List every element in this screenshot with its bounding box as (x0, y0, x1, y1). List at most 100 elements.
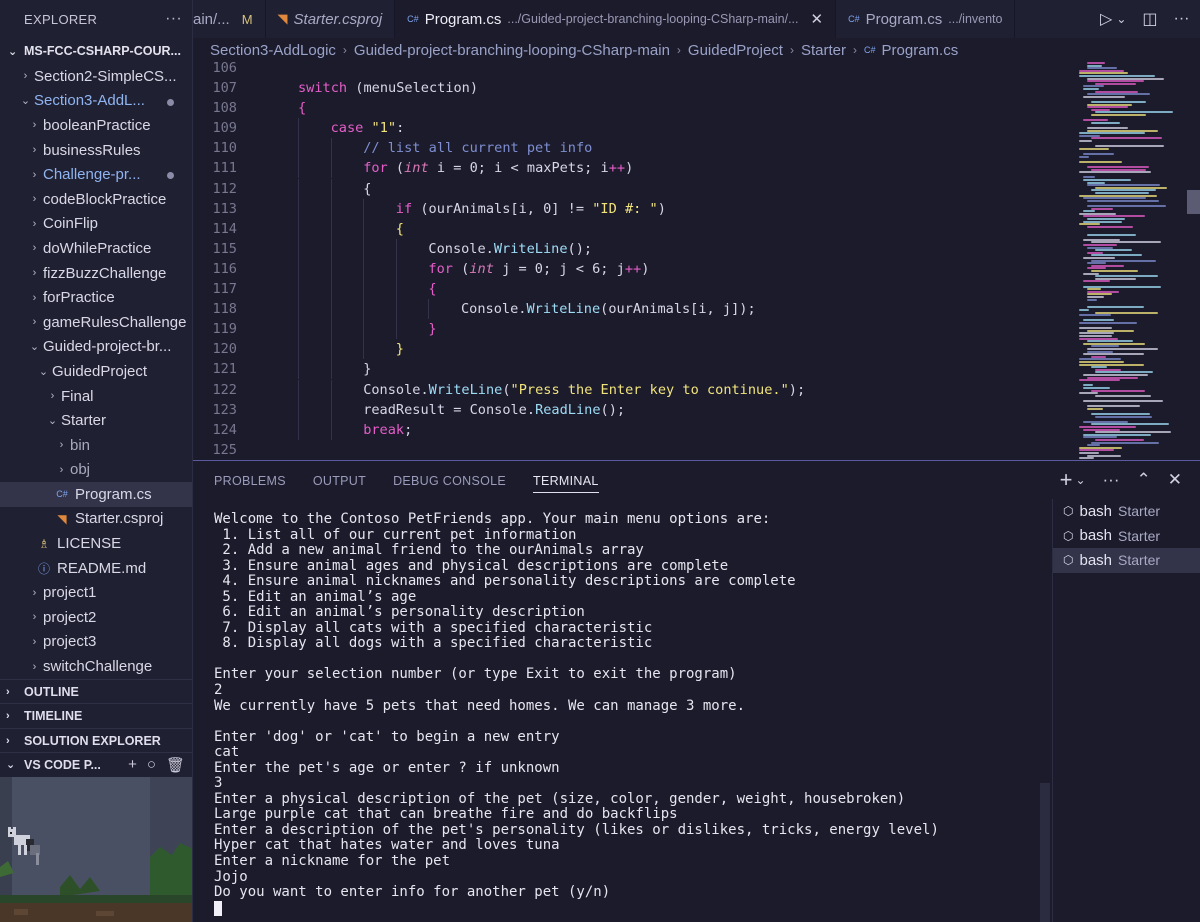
tree-item-guidedproject[interactable]: ⌄ GuidedProject (0, 359, 192, 384)
tree-item-label: bin (70, 436, 91, 454)
tree-item-section3-addl[interactable]: ⌄ Section3-AddL... (0, 89, 192, 114)
run-icon[interactable]: ▷ (1100, 9, 1112, 29)
tree-item-obj[interactable]: › obj (0, 458, 192, 483)
throw-ball-icon[interactable]: ○ (147, 756, 156, 774)
terminal-scrollbar-thumb[interactable] (1040, 783, 1050, 922)
tree-item-section2-simplecs[interactable]: › Section2-SimpleCS... (0, 64, 192, 89)
tree-item-project1[interactable]: › project1 (0, 580, 192, 605)
code-text: Console.WriteLine("Press the Enter key t… (363, 381, 806, 398)
tree-item-codeblockpractice[interactable]: › codeBlockPractice (0, 187, 192, 212)
tab-program-cs-inventory[interactable]: C# Program.cs .../invento (836, 0, 1016, 38)
line-number: 111 (212, 160, 237, 177)
tree-item-booleanpractice[interactable]: › booleanPractice (0, 113, 192, 138)
code-text: break; (363, 421, 413, 438)
tree-item-businessrules[interactable]: › businessRules (0, 138, 192, 163)
tab-program-cs[interactable]: C# Program.cs .../Guided-project-branching… (395, 0, 837, 38)
indent-guide (298, 238, 299, 259)
panel-tab-debug-console[interactable]: DEBUG CONSOLE (393, 474, 506, 488)
tree-item-gameruleschallenge[interactable]: › gameRulesChallenge (0, 310, 192, 335)
minimap-line (1079, 132, 1145, 135)
terminal-instance[interactable]: ⬡ bash Starter (1053, 524, 1200, 549)
chevron-right-icon: › (32, 119, 37, 132)
indent-guide (363, 319, 365, 340)
tree-item-project2[interactable]: › project2 (0, 605, 192, 630)
tree-item-readme-md[interactable]: ⓘ README.md (0, 556, 192, 581)
indent-guide (363, 339, 365, 360)
editor-scrollbar-thumb[interactable] (1187, 190, 1200, 214)
split-editor-icon[interactable]: ◫ (1142, 9, 1157, 29)
terminal-instance[interactable]: ⬡ bash Starter (1053, 548, 1200, 573)
tree-item-label: project1 (43, 584, 97, 602)
vscode-pets-section[interactable]: ⌄ VS CODE P... + ○ 🗑 (0, 752, 192, 777)
minimap-line (1083, 280, 1111, 283)
indent-guide (330, 319, 332, 340)
close-panel-icon[interactable]: ✕ (1168, 470, 1182, 490)
tree-item-challenge-pr[interactable]: › Challenge-pr... (0, 162, 192, 187)
minimap-line (1087, 205, 1167, 207)
minimap-line (1095, 439, 1145, 441)
indent-guide (330, 339, 332, 360)
more-actions-icon[interactable]: ··· (1174, 10, 1190, 28)
tree-item-switchchallenge[interactable]: › switchChallenge (0, 654, 192, 679)
file-icon: ♗ (38, 536, 50, 551)
tree-item-bin[interactable]: › bin (0, 433, 192, 458)
minimap-line (1091, 121, 1120, 124)
minimap-line (1079, 361, 1124, 363)
indent-guide (298, 399, 299, 420)
close-tab-icon[interactable]: ✕ (811, 10, 824, 28)
run-dropdown-icon[interactable]: ⌄ (1116, 12, 1126, 26)
minimap[interactable] (1077, 62, 1187, 460)
tree-item-license[interactable]: ♗ LICENSE (0, 531, 192, 556)
breadcrumb-item[interactable]: GuidedProject (688, 42, 783, 59)
new-terminal-icon[interactable]: + (1060, 467, 1073, 493)
code-line: 106 (193, 62, 1073, 78)
minimap-line (1091, 413, 1150, 415)
panel-tab-problems[interactable]: PROBLEMS (214, 474, 286, 488)
line-number: 116 (212, 260, 237, 277)
terminal-instance[interactable]: ⬡ bash Starter (1053, 499, 1200, 524)
tree-item-guided-project-br[interactable]: ⌄ Guided-project-br... (0, 335, 192, 360)
tree-item-fizzbuzzchallenge[interactable]: › fizzBuzzChallenge (0, 261, 192, 286)
tree-item-coinflip[interactable]: › CoinFlip (0, 212, 192, 237)
minimap-line (1079, 452, 1100, 454)
minimap-line (1095, 394, 1151, 397)
code-text: if (ourAnimals[i, 0] != "ID #: ") (395, 200, 666, 217)
terminal-output[interactable]: Welcome to the Contoso PetFriends app. Y… (214, 511, 1044, 917)
maximize-panel-icon[interactable]: ⌃ (1137, 470, 1151, 490)
tab-starter-csproj[interactable]: ◥ Starter.csproj (266, 0, 396, 38)
indent-guide (363, 299, 365, 320)
tree-item-final[interactable]: › Final (0, 384, 192, 409)
tab-previous[interactable]: ain/... M (193, 0, 266, 38)
breadcrumb-item[interactable]: Guided-project-branching-looping-CSharp-… (354, 42, 670, 59)
tree-item-starter[interactable]: ⌄ Starter (0, 408, 192, 433)
minimap-line (1091, 389, 1146, 392)
tree-item-program-cs[interactable]: C# Program.cs (0, 482, 192, 507)
tree-item-label: GuidedProject (52, 362, 148, 380)
chevron-right-icon: › (32, 144, 37, 157)
breadcrumb-item[interactable]: Section3-AddLogic (210, 42, 336, 59)
outline-section[interactable]: › OUTLINE (0, 678, 192, 704)
code-line: 112 { (193, 178, 1073, 199)
tree-item-label: Starter.csproj (75, 510, 164, 528)
tree-item-project3[interactable]: › project3 (0, 630, 192, 655)
solution-explorer-section[interactable]: › SOLUTION EXPLORER (0, 728, 192, 753)
minimap-line (1079, 140, 1092, 142)
add-pet-icon[interactable]: + (128, 756, 137, 774)
workspace-root[interactable]: ⌄ MS-FCC-CSHARP-COUR... (0, 38, 192, 64)
breadcrumb-item[interactable]: Starter (801, 42, 846, 59)
timeline-section[interactable]: › TIMELINE (0, 703, 192, 728)
code-editor[interactable]: 106 107 switch (menuSelection) 108 {109 case … (193, 62, 1200, 460)
panel-tab-output[interactable]: OUTPUT (313, 474, 366, 488)
panel-tab-terminal[interactable]: TERMINAL (533, 474, 599, 493)
tree-item-forpractice[interactable]: › forPractice (0, 285, 192, 310)
csharp-file-icon: C# (56, 489, 68, 500)
minimap-line (1083, 257, 1116, 259)
terminal-line: 1. List all of our current pet informati… (214, 526, 577, 543)
panel-more-icon[interactable]: ··· (1103, 470, 1120, 490)
trash-icon[interactable]: 🗑 (166, 756, 185, 774)
tree-item-starter-csproj[interactable]: ◥ Starter.csproj (0, 507, 192, 532)
terminal-dropdown-icon[interactable]: ⌄ (1075, 473, 1085, 487)
breadcrumb-item[interactable]: Program.cs (882, 42, 959, 59)
explorer-more-icon[interactable]: ··· (165, 10, 182, 28)
tree-item-dowhilepractice[interactable]: › doWhilePractice (0, 236, 192, 261)
